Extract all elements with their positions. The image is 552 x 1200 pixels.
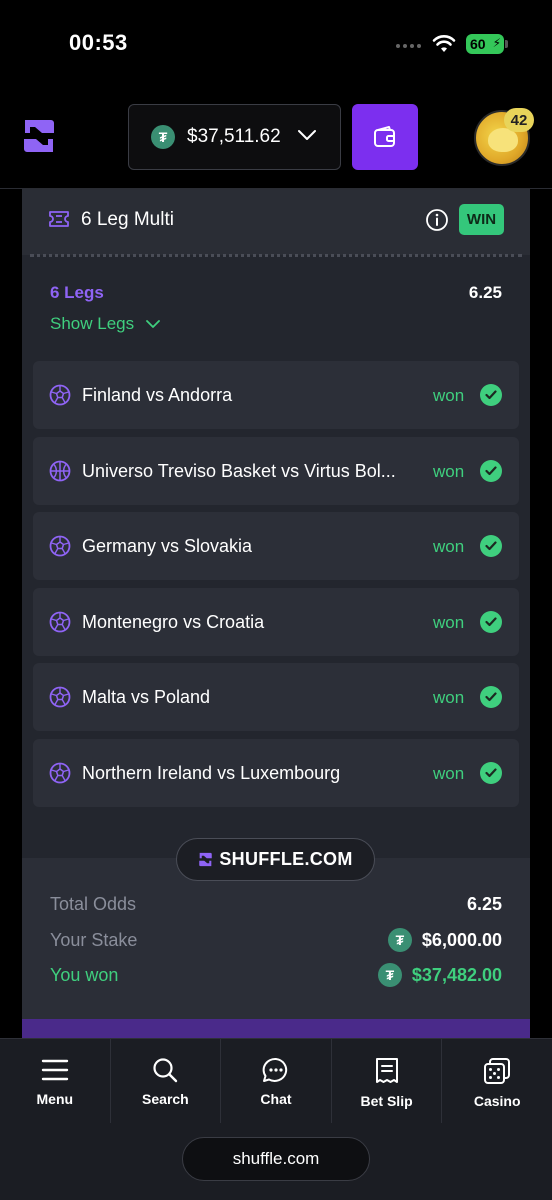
status-time: 00:53 (69, 30, 128, 55)
chevron-down-icon (298, 130, 316, 140)
perforation-divider (30, 254, 522, 257)
nav-chat[interactable]: Chat (221, 1039, 332, 1123)
balance-selector[interactable]: ₮ $37,511.62 (128, 104, 341, 170)
ticket-footer-strip (22, 1019, 530, 1039)
battery-indicator: 60 ⚡ (466, 34, 504, 54)
balance-amount: $37,511.62 (187, 126, 281, 147)
stake-value: $6,000.00 (421, 929, 502, 950)
show-legs-label: Show Legs (50, 314, 135, 333)
menu-icon (41, 1059, 68, 1081)
leg-status: won (433, 612, 465, 632)
bet-slip-icon (375, 1058, 398, 1083)
wallet-icon (374, 126, 395, 147)
won-value-group: ₮ $37,482.00 (377, 963, 502, 987)
stake-label: Your Stake (50, 929, 138, 950)
check-icon (480, 610, 502, 633)
search-icon (153, 1058, 178, 1083)
leg-status: won (433, 763, 465, 783)
check-icon (480, 535, 502, 557)
leg-name: Germany vs Slovakia (82, 536, 253, 556)
ticket-header: 6 Leg Multi WIN (22, 189, 530, 257)
basketball-icon (49, 460, 71, 481)
nav-label: Search (142, 1091, 189, 1107)
shuffle-logo-icon (199, 852, 213, 867)
shuffle-logo-icon[interactable] (21, 116, 57, 156)
won-label: You won (50, 964, 119, 985)
bet-ticket: 6 Leg Multi WIN 6 Legs 6.25 Show Legs Fi… (22, 189, 530, 1039)
check-icon (480, 761, 502, 784)
signal-icon (396, 44, 421, 48)
show-legs-toggle[interactable]: Show Legs (50, 314, 161, 334)
check-icon (480, 459, 502, 482)
avatar[interactable]: 42 (474, 108, 534, 166)
leg-status: won (433, 386, 465, 405)
won-row: You won ₮ $37,482.00 (50, 963, 502, 987)
leg-row[interactable]: Finland vs Andorra won (33, 361, 519, 429)
brand-badge: SHUFFLE.COM (176, 838, 375, 881)
nav-label: Chat (260, 1091, 292, 1107)
nav-label: Bet Slip (360, 1093, 413, 1109)
charging-icon: ⚡ (492, 36, 501, 50)
leg-status: won (433, 461, 465, 481)
url-text: shuffle.com (232, 1149, 320, 1168)
nav-label: Menu (36, 1091, 74, 1107)
leg-row[interactable]: Malta vs Poland won (33, 663, 519, 731)
battery-tip (505, 40, 508, 48)
soccer-ball-icon (49, 384, 71, 406)
soccer-ball-icon (49, 611, 71, 632)
leg-row[interactable]: Germany vs Slovakia won (33, 512, 519, 580)
leg-status: won (433, 537, 465, 556)
leg-status: won (433, 688, 465, 707)
won-value: $37,482.00 (411, 964, 502, 985)
leg-name: Northern Ireland vs Luxembourg (82, 762, 341, 783)
multi-odds: 6.25 (468, 283, 502, 302)
stake-row: Your Stake ₮ $6,000.00 (50, 928, 502, 952)
leg-name: Malta vs Poland (82, 687, 211, 707)
leg-name: Universo Treviso Basket vs Virtus Bol... (82, 460, 396, 481)
wallet-button[interactable] (352, 104, 418, 170)
nav-bet-slip[interactable]: Bet Slip (332, 1039, 443, 1123)
soccer-ball-icon (49, 535, 71, 557)
check-icon (480, 686, 502, 708)
chevron-down-icon (146, 320, 161, 328)
battery-level: 60 (470, 36, 486, 52)
result-badge: WIN (459, 204, 504, 235)
level-badge: 42 (504, 108, 534, 132)
nav-menu[interactable]: Menu (0, 1039, 111, 1123)
brand-text: SHUFFLE.COM (219, 849, 353, 869)
leg-name: Finland vs Andorra (82, 385, 233, 405)
url-bar[interactable]: shuffle.com (182, 1137, 370, 1181)
soccer-ball-icon (49, 686, 71, 708)
total-odds-row: Total Odds 6.25 (50, 894, 502, 915)
tether-icon: ₮ (377, 963, 402, 987)
total-odds-label: Total Odds (50, 894, 137, 914)
wifi-icon (432, 35, 456, 52)
ticket-summary: SHUFFLE.COM Total Odds 6.25 Your Stake ₮… (22, 838, 530, 1039)
dice-icon (484, 1058, 511, 1084)
nav-search[interactable]: Search (111, 1039, 222, 1123)
info-icon[interactable] (425, 208, 449, 232)
nav-label: Casino (473, 1093, 521, 1109)
app-header: ₮ $37,511.62 42 (0, 96, 552, 186)
leg-row[interactable]: Northern Ireland vs Luxembourg won (33, 738, 519, 807)
status-bar: 00:53 60 ⚡ (0, 0, 552, 90)
bottom-nav: Menu Search Chat Bet Slip Casino (0, 1038, 552, 1123)
leg-name: Montenegro vs Croatia (82, 611, 265, 632)
chat-icon (262, 1057, 288, 1082)
leg-row[interactable]: Universo Treviso Basket vs Virtus Bol...… (33, 436, 519, 505)
check-icon (480, 384, 502, 406)
leg-row[interactable]: Montenegro vs Croatia won (33, 587, 519, 656)
nav-casino[interactable]: Casino (442, 1039, 552, 1123)
ticket-icon (49, 211, 69, 227)
stake-value-group: ₮ $6,000.00 (387, 928, 502, 952)
tether-icon: ₮ (151, 125, 175, 149)
ticket-title: 6 Leg Multi (81, 209, 174, 230)
soccer-ball-icon (49, 762, 71, 783)
total-odds-value: 6.25 (466, 894, 502, 914)
legs-count: 6 Legs (50, 283, 104, 302)
tether-icon: ₮ (387, 928, 412, 952)
browser-bar: shuffle.com (0, 1123, 552, 1200)
